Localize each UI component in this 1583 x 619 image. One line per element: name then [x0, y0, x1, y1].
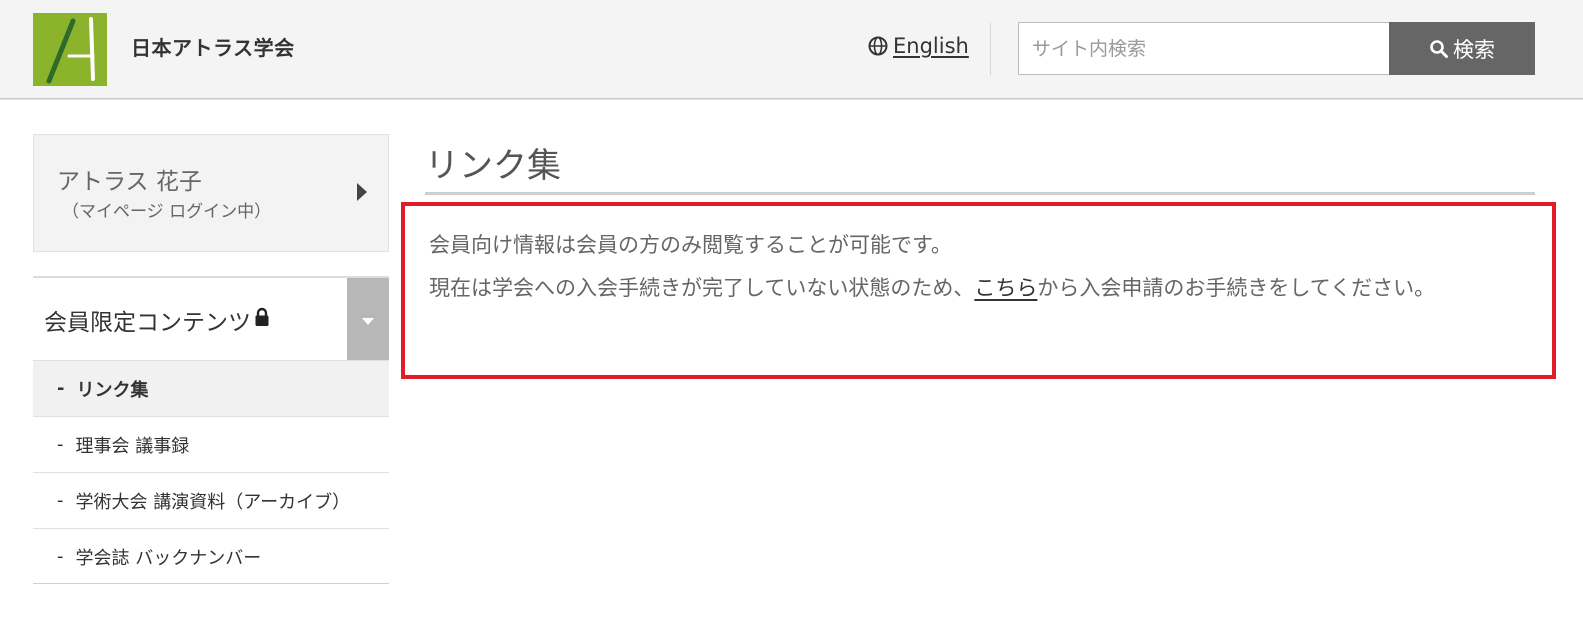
caret-down-icon [362, 310, 374, 329]
sidebar-item-label: 学会誌 バックナンバー [75, 547, 262, 569]
header-divider [990, 23, 991, 75]
sidebar-item-conference-archive[interactable]: - 学術大会 講演資料（アーカイブ） [33, 472, 389, 528]
list-dash: - [57, 434, 64, 455]
search-button[interactable]: 検索 [1389, 22, 1535, 75]
caret-right-icon [356, 182, 368, 206]
notice-line-1: 会員向け情報は会員の方のみ閲覧することが可能です。 [429, 233, 952, 257]
members-only-title-text: 会員限定コンテンツ [44, 310, 251, 336]
members-only-notice: 会員向け情報は会員の方のみ閲覧することが可能です。 現在は学会への入会手続きが完… [401, 202, 1556, 379]
page-title: リンク集 [425, 146, 561, 186]
lock-icon [254, 307, 270, 333]
site-title[interactable]: 日本アトラス学会 [131, 32, 295, 61]
sidebar-item-links[interactable]: - リンク集 [33, 360, 389, 416]
sidebar-item-journal-backnumbers[interactable]: - 学会誌 バックナンバー [33, 528, 389, 584]
members-only-title: 会員限定コンテンツ [44, 303, 270, 337]
list-dash: - [57, 546, 64, 567]
globe-icon [868, 36, 888, 56]
user-name: アトラス 花子 [57, 169, 202, 195]
notice-line-2-before: 現在は学会への入会手続きが完了していない状態のため、 [429, 276, 975, 300]
title-underline [425, 192, 1535, 195]
logo-a-icon [33, 13, 107, 86]
sidebar-item-board-minutes[interactable]: - 理事会 議事録 [33, 416, 389, 472]
site-search-input[interactable] [1018, 22, 1390, 75]
language-switch-link[interactable]: English [868, 34, 969, 58]
notice-line-2-after: から入会申請のお手続きをしてください。 [1037, 276, 1436, 300]
search-icon [1429, 39, 1449, 59]
notice-text: 会員向け情報は会員の方のみ閲覧することが可能です。 現在は学会への入会手続きが完… [429, 224, 1539, 310]
membership-application-link[interactable]: こちら [974, 276, 1037, 300]
site-header: 日本アトラス学会 English 検索 [0, 0, 1583, 99]
list-dash: - [57, 490, 64, 511]
sidebar-item-label: リンク集 [76, 379, 149, 401]
members-only-section-header[interactable]: 会員限定コンテンツ [33, 276, 389, 361]
section-toggle-button[interactable] [347, 278, 389, 361]
search-button-label: 検索 [1453, 37, 1495, 62]
language-link-label[interactable]: English [893, 34, 969, 58]
sidebar-item-label: 理事会 議事録 [75, 435, 190, 457]
sidebar-divider [33, 583, 389, 584]
sidebar-item-label: 学術大会 講演資料（アーカイブ） [75, 491, 351, 513]
login-status: （マイページ ログイン中） [62, 202, 272, 222]
site-logo[interactable] [33, 13, 107, 86]
mypage-user-box[interactable]: アトラス 花子 （マイページ ログイン中） [33, 134, 389, 252]
list-dash: - [57, 378, 65, 399]
